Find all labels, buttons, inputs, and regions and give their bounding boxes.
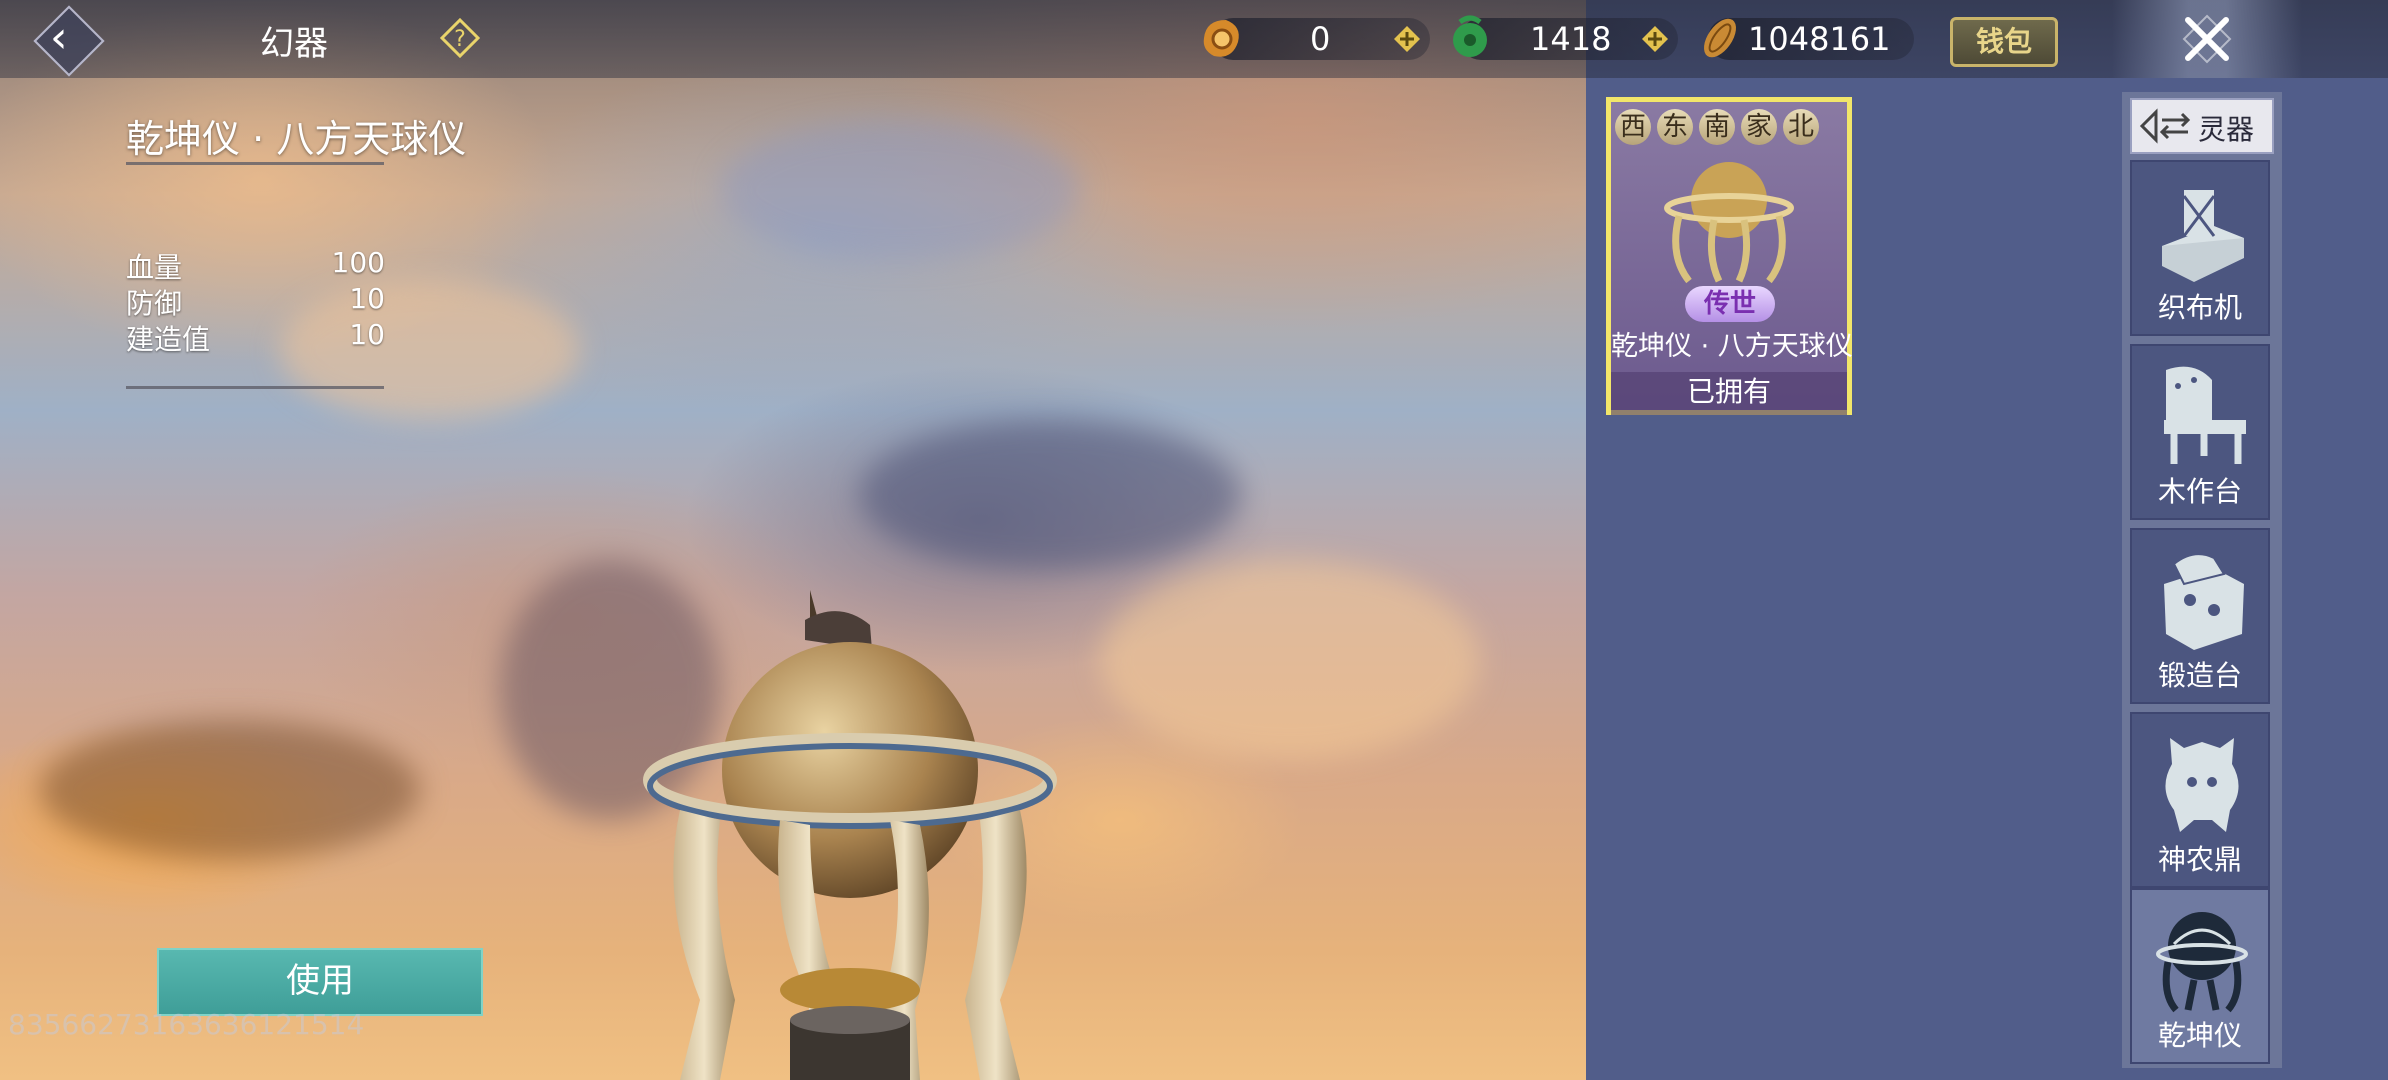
tab-loom[interactable]: 织布机 [2130, 160, 2270, 336]
stat-label-build: 建造值 [126, 323, 211, 356]
armillary-thumbnail-icon [1664, 162, 1794, 284]
add-jade-icon[interactable] [1640, 24, 1670, 54]
tab-cauldron[interactable]: 神农鼎 [2130, 712, 2270, 888]
compass-south: 南 [1699, 109, 1735, 145]
compass-east: 东 [1657, 109, 1693, 145]
armillary-model-icon[interactable] [640, 580, 1060, 1080]
stat-label-hp: 血量 [126, 251, 183, 284]
close-icon[interactable] [2180, 12, 2234, 66]
help-icon[interactable]: ? [440, 18, 480, 58]
wallet-button[interactable]: 钱包 [1950, 17, 2058, 67]
forge-icon [2164, 553, 2244, 650]
item-name: 乾坤仪 · 八方天球仪 [126, 117, 467, 161]
card-item-name: 乾坤仪 · 八方天球仪 [1611, 331, 1853, 362]
compass-west: 西 [1615, 109, 1651, 145]
page-title: 幻器 [260, 24, 328, 64]
tab-label-cauldron: 神农鼎 [2157, 843, 2242, 876]
player-id-watermark: 83566273163636121514 [8, 1008, 365, 1041]
stats-divider [126, 386, 384, 389]
tab-label-armillary: 乾坤仪 [2157, 1019, 2242, 1052]
resource-copper-value: 1048161 [1748, 20, 1891, 58]
resource-jade-value: 1418 [1530, 20, 1612, 58]
tab-woodwork-bench[interactable]: 木作台 [2130, 344, 2270, 520]
chevron-left-icon: ‹ [50, 12, 68, 63]
rarity-badge: 传世 [1685, 286, 1775, 322]
stat-value-build: 10 [349, 318, 385, 351]
compass-north: 北 [1783, 109, 1819, 145]
tab-forge[interactable]: 锻造台 [2130, 528, 2270, 704]
tab-armillary[interactable]: 乾坤仪 [2130, 888, 2270, 1064]
item-card[interactable]: 西 东 南 家 北 传世 乾坤仪 · 八方天球仪 已拥有 [1606, 97, 1853, 415]
tab-label-woodwork-bench: 木作台 [2157, 475, 2242, 508]
svg-text:?: ? [454, 27, 466, 52]
switch-category-button[interactable]: 灵器 [2130, 98, 2274, 154]
copper-coin-icon [1704, 18, 1736, 58]
name-divider [126, 162, 384, 165]
add-gold-icon[interactable] [1392, 24, 1422, 54]
stat-value-hp: 100 [331, 246, 385, 279]
switch-category-label: 灵器 [2198, 113, 2255, 146]
cauldron-icon [2165, 738, 2239, 832]
tab-label-loom: 织布机 [2157, 291, 2242, 324]
owned-status: 已拥有 [1611, 372, 1847, 415]
compass-home: 家 [1741, 109, 1777, 145]
loom-icon [2162, 190, 2244, 282]
resource-gold-value: 0 [1310, 20, 1331, 58]
use-button[interactable]: 使用 [157, 948, 483, 1016]
jade-icon [1453, 15, 1487, 57]
swap-icon [2139, 108, 2191, 144]
stat-label-defense: 防御 [126, 287, 183, 320]
stat-value-defense: 10 [349, 282, 385, 315]
armillary-icon [2156, 912, 2248, 1013]
woodwork-bench-icon [2164, 366, 2246, 464]
tab-label-forge: 锻造台 [2157, 659, 2242, 692]
gold-coin-icon [1203, 20, 1239, 57]
